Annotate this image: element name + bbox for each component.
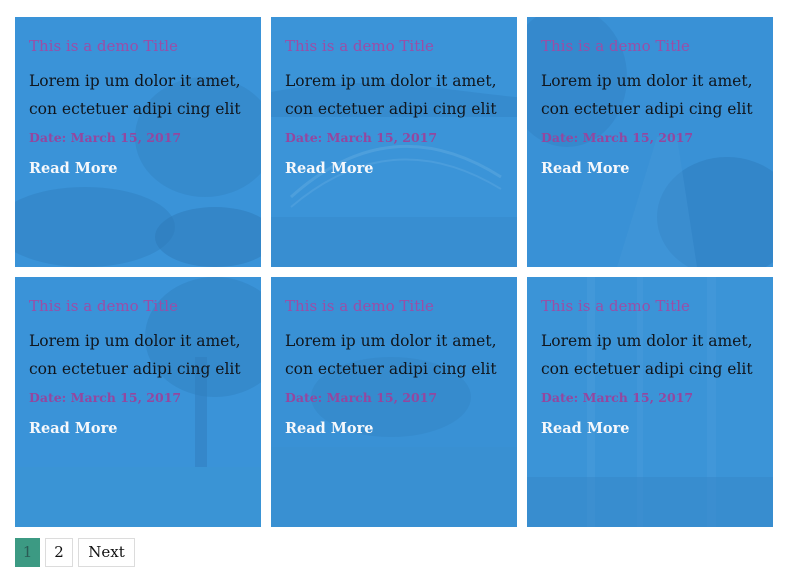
card-title[interactable]: This is a demo Title bbox=[29, 38, 247, 55]
read-more-link[interactable]: Read More bbox=[29, 160, 117, 178]
post-card[interactable]: This is a demo Title Lorem ip um dolor i… bbox=[271, 277, 517, 527]
post-card[interactable]: This is a demo Title Lorem ip um dolor i… bbox=[527, 277, 773, 527]
card-date: Date: March 15, 2017 bbox=[29, 390, 182, 405]
post-card[interactable]: This is a demo Title Lorem ip um dolor i… bbox=[527, 17, 773, 267]
read-more-link[interactable]: Read More bbox=[29, 420, 117, 438]
card-excerpt: Lorem ip um dolor it amet, con ectetuer … bbox=[29, 332, 241, 378]
read-more-link[interactable]: Read More bbox=[541, 420, 629, 438]
post-card[interactable]: This is a demo Title Lorem ip um dolor i… bbox=[271, 17, 517, 267]
read-more-link[interactable]: Read More bbox=[285, 420, 373, 438]
post-card[interactable]: This is a demo Title Lorem ip um dolor i… bbox=[15, 277, 261, 527]
card-title[interactable]: This is a demo Title bbox=[29, 298, 247, 315]
card-title[interactable]: This is a demo Title bbox=[541, 38, 759, 55]
card-title[interactable]: This is a demo Title bbox=[541, 298, 759, 315]
card-excerpt: Lorem ip um dolor it amet, con ectetuer … bbox=[285, 72, 497, 118]
read-more-link[interactable]: Read More bbox=[285, 160, 373, 178]
page-1-button[interactable]: 1 bbox=[15, 538, 40, 567]
card-title[interactable]: This is a demo Title bbox=[285, 298, 503, 315]
card-excerpt: Lorem ip um dolor it amet, con ectetuer … bbox=[29, 72, 241, 118]
card-excerpt: Lorem ip um dolor it amet, con ectetuer … bbox=[285, 332, 497, 378]
post-card[interactable]: This is a demo Title Lorem ip um dolor i… bbox=[15, 17, 261, 267]
card-date: Date: March 15, 2017 bbox=[541, 130, 694, 145]
next-page-button[interactable]: Next bbox=[78, 538, 135, 567]
card-excerpt: Lorem ip um dolor it amet, con ectetuer … bbox=[541, 72, 753, 118]
post-grid: This is a demo Title Lorem ip um dolor i… bbox=[15, 17, 774, 527]
card-excerpt: Lorem ip um dolor it amet, con ectetuer … bbox=[541, 332, 753, 378]
card-date: Date: March 15, 2017 bbox=[285, 390, 438, 405]
card-date: Date: March 15, 2017 bbox=[285, 130, 438, 145]
page-2-button[interactable]: 2 bbox=[45, 538, 73, 567]
card-date: Date: March 15, 2017 bbox=[29, 130, 182, 145]
card-title[interactable]: This is a demo Title bbox=[285, 38, 503, 55]
read-more-link[interactable]: Read More bbox=[541, 160, 629, 178]
card-date: Date: March 15, 2017 bbox=[541, 390, 694, 405]
